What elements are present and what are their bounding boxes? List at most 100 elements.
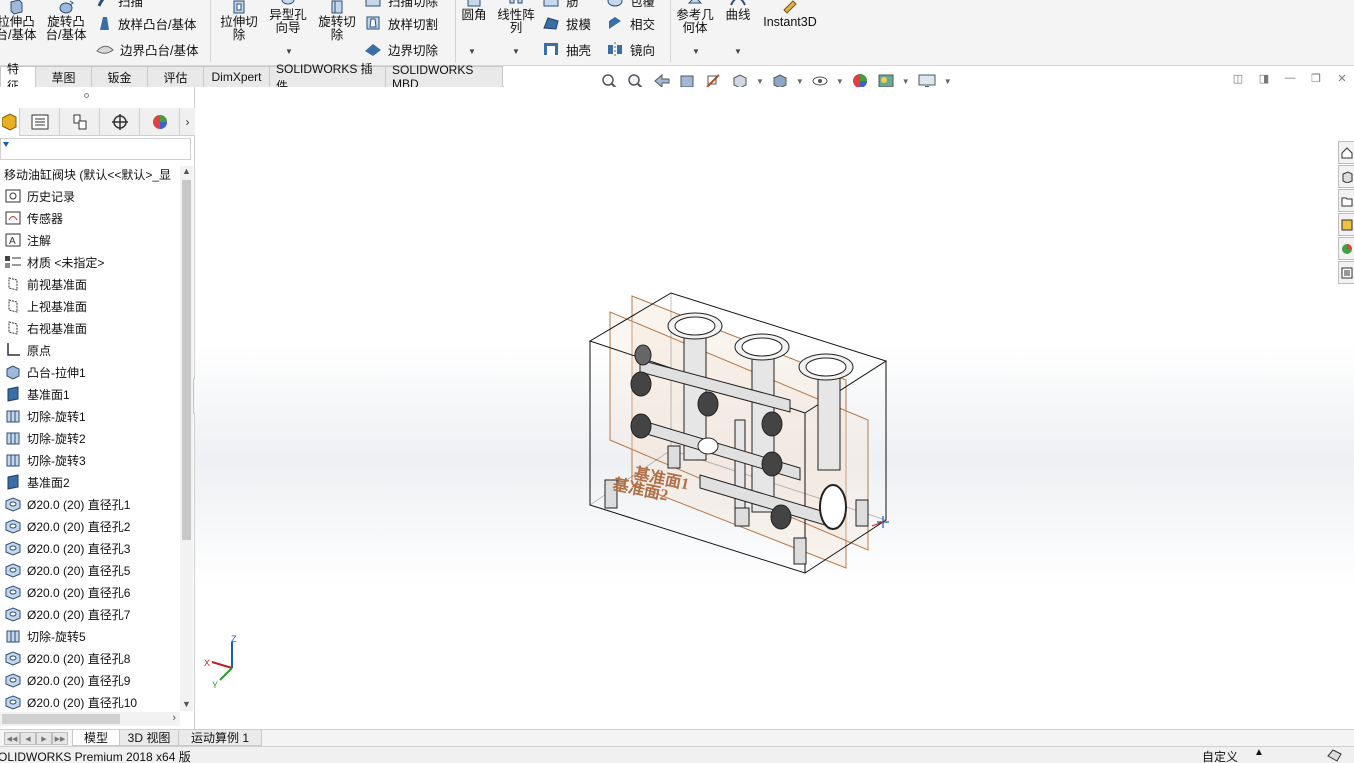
feature-tree-item[interactable]: Ø20.0 (20) 直径孔9 [4, 669, 180, 691]
hole-wizard-button[interactable]: 异型孔 向导 [264, 0, 312, 35]
curves-button[interactable]: 曲线 [720, 0, 756, 22]
tab-dimxpert[interactable]: DimXpert [203, 66, 270, 87]
solidworks-resources-tab[interactable] [1338, 141, 1354, 164]
next-tab-icon[interactable]: ▶ [36, 732, 52, 745]
reference-geometry-dropdown-icon[interactable]: ▼ [692, 47, 700, 56]
feature-tree-item[interactable]: Ø20.0 (20) 直径孔2 [4, 515, 180, 537]
curves-dropdown-icon[interactable]: ▼ [734, 47, 742, 56]
appearances-tab[interactable] [1338, 237, 1354, 260]
scroll-up-icon[interactable]: ▲ [181, 166, 192, 178]
feature-tree-item[interactable]: 历史记录 [4, 185, 180, 207]
feature-tree-item[interactable]: 前视基准面 [4, 273, 180, 295]
loft-cut-button[interactable]: 放样切割 [364, 12, 438, 34]
tab-configuration-manager[interactable] [60, 108, 100, 136]
linear-pattern-button[interactable]: 线性阵 列 [494, 0, 538, 35]
unit-system-selector[interactable]: 自定义 [1202, 748, 1238, 763]
tab-features[interactable]: 特征 [0, 62, 36, 93]
intersect-button[interactable]: 相交 [606, 12, 655, 34]
hole-wizard-dropdown-icon[interactable]: ▼ [285, 47, 293, 56]
draft-button[interactable]: 拔模 [542, 12, 591, 34]
view-orientation-dropdown-icon[interactable]: ▼ [756, 77, 764, 86]
graphics-area[interactable]: 基准面1 基准面2 Z X Y [195, 87, 1354, 730]
restore-icon[interactable]: ❐ [1310, 72, 1322, 85]
feature-tree-item[interactable]: 材质 <未指定> [4, 251, 180, 273]
tab-feature-manager[interactable] [0, 108, 20, 136]
feature-tree-item[interactable]: 切除-旋转3 [4, 449, 180, 471]
scroll-thumb[interactable] [182, 180, 191, 540]
scroll-right-icon[interactable]: › [172, 712, 176, 724]
instant3d-button[interactable]: Instant3D [760, 0, 820, 29]
scroll-down-icon[interactable]: ▼ [181, 699, 192, 711]
prev-tab-icon[interactable]: ◀ [20, 732, 36, 745]
feature-tree-item[interactable]: 传感器 [4, 207, 180, 229]
feature-tree-item[interactable]: Ø20.0 (20) 直径孔7 [4, 603, 180, 625]
sweep-boss-button[interactable]: 扫描 [96, 0, 143, 11]
mirror-button[interactable]: 镜向 [606, 38, 655, 60]
tab-evaluate[interactable]: 评估 [147, 66, 204, 87]
more-tabs-icon[interactable]: › [180, 108, 195, 135]
hide-show-dropdown-icon[interactable]: ▼ [836, 77, 844, 86]
shell-button[interactable]: 抽壳 [542, 38, 591, 60]
feature-tree-item[interactable]: Ø20.0 (20) 直径孔8 [4, 647, 180, 669]
minimize-icon[interactable]: — [1284, 72, 1296, 84]
reference-geometry-button[interactable]: 参考几 何体 [672, 0, 718, 35]
boundary-boss-button[interactable]: 边界凸台/基体 [96, 38, 198, 60]
tab-property-manager[interactable] [20, 108, 60, 136]
file-explorer-tab[interactable] [1338, 189, 1354, 212]
feature-tree-item[interactable]: 右视基准面 [4, 317, 180, 339]
feature-tree-item[interactable]: 切除-旋转1 [4, 405, 180, 427]
design-library-tab[interactable] [1338, 165, 1354, 188]
feature-tree-item[interactable]: 上视基准面 [4, 295, 180, 317]
loft-boss-button[interactable]: 放样凸台/基体 [96, 12, 196, 34]
feature-tree-item[interactable]: 原点 [4, 339, 180, 361]
tile-left-icon[interactable]: ◫ [1232, 72, 1244, 85]
feature-tree-item[interactable]: Ø20.0 (20) 直径孔3 [4, 537, 180, 559]
rebuild-status-icon[interactable] [1326, 747, 1344, 763]
unit-dropdown-icon[interactable]: ▲ [1254, 747, 1264, 758]
feature-tree-item[interactable]: Ø20.0 (20) 直径孔6 [4, 581, 180, 603]
tab-sheet-metal[interactable]: 钣金 [91, 66, 148, 87]
tile-right-icon[interactable]: ◨ [1258, 72, 1270, 85]
view-settings-dropdown-icon[interactable]: ▼ [944, 77, 952, 86]
revolve-cut-button[interactable]: 旋转切 除 [314, 0, 360, 42]
boundary-cut-button[interactable]: 边界切除 [364, 38, 438, 60]
linear-pattern-dropdown-icon[interactable]: ▼ [512, 47, 520, 56]
close-icon[interactable]: ✕ [1336, 72, 1348, 85]
extrude-boss-button[interactable]: 拉伸凸 台/基体 [0, 0, 38, 42]
revolve-boss-button[interactable]: 旋转凸 台/基体 [42, 0, 90, 42]
feature-tree-item[interactable]: 切除-旋转2 [4, 427, 180, 449]
tab-solidworks-mbd[interactable]: SOLIDWORKS MBD [385, 63, 503, 91]
feature-tree-filter[interactable] [0, 138, 191, 160]
tab-solidworks-addins[interactable]: SOLIDWORKS 插件 [269, 62, 386, 93]
feature-tree-item[interactable]: Ø20.0 (20) 直径孔1 [4, 493, 180, 515]
feature-tree-item[interactable]: 切除-旋转5 [4, 625, 180, 647]
fillet-button[interactable]: 圆角 [456, 0, 492, 22]
hscroll-thumb[interactable] [2, 714, 120, 724]
extrude-cut-button[interactable]: 拉伸切 除 [216, 0, 262, 42]
feature-tree-scrollbar[interactable]: ▲ ▼ [180, 166, 193, 711]
tab-motion-study[interactable]: 运动算例 1 [178, 730, 262, 746]
panel-grip-icon[interactable] [84, 93, 89, 98]
feature-tree-item[interactable]: A 注解 [4, 229, 180, 251]
part-root-node[interactable]: 移动油缸阀块 (默认<<默认>_显 [4, 166, 171, 183]
first-tab-icon[interactable]: ◀◀ [4, 732, 20, 745]
wrap-button[interactable]: 包覆 [606, 0, 655, 11]
rib-button[interactable]: 筋 [542, 0, 579, 11]
tab-display-manager[interactable] [140, 108, 180, 136]
feature-tree-item[interactable]: Ø20.0 (20) 直径孔5 [4, 559, 180, 581]
tab-model[interactable]: 模型 [72, 730, 120, 746]
view-palette-tab[interactable] [1338, 213, 1354, 236]
custom-properties-tab[interactable] [1338, 261, 1354, 284]
feature-tree-item[interactable]: 基准面1 [4, 383, 180, 405]
feature-tree-item[interactable]: 凸台-拉伸1 [4, 361, 180, 383]
feature-tree-hscrollbar[interactable]: › [0, 712, 180, 726]
tab-3d-view[interactable]: 3D 视图 [119, 730, 179, 746]
apply-scene-dropdown-icon[interactable]: ▼ [902, 77, 910, 86]
display-style-dropdown-icon[interactable]: ▼ [796, 77, 804, 86]
sweep-cut-button[interactable]: 扫描切除 [364, 0, 438, 11]
last-tab-icon[interactable]: ▶▶ [52, 732, 68, 745]
feature-tree-item[interactable]: Ø20.0 (20) 直径孔10 [4, 691, 180, 713]
tab-sketch[interactable]: 草图 [35, 66, 92, 87]
feature-tree-item[interactable]: 基准面2 [4, 471, 180, 493]
fillet-dropdown-icon[interactable]: ▼ [468, 47, 476, 56]
